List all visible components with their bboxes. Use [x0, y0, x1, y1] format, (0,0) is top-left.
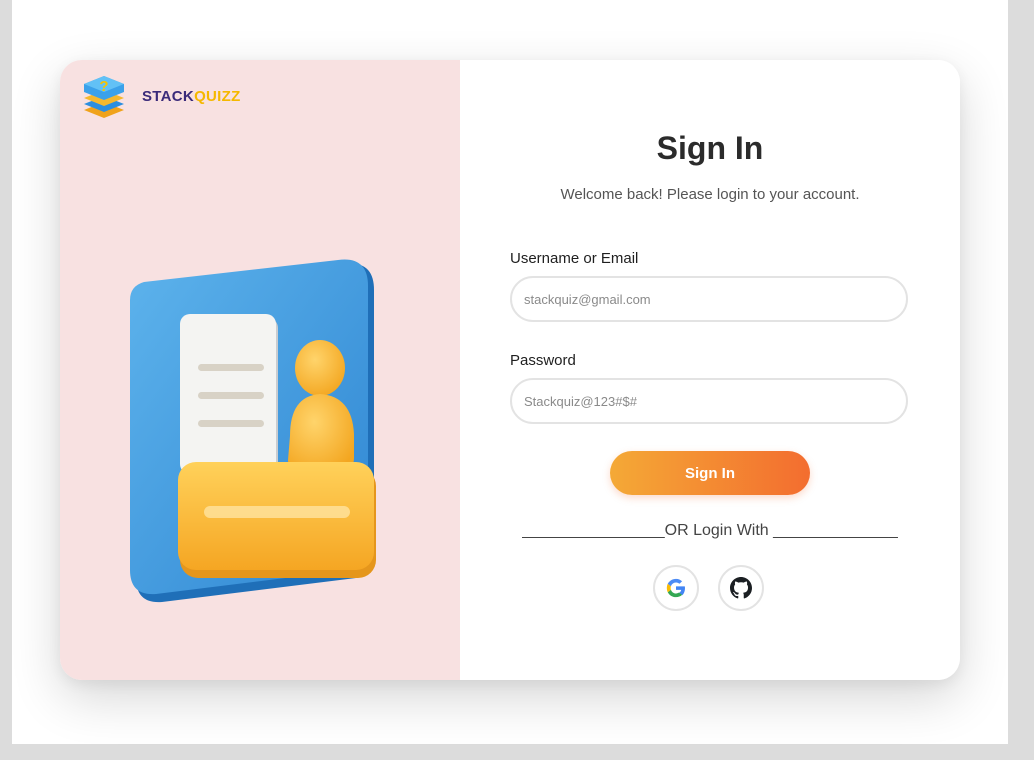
github-icon: [730, 577, 752, 599]
brand-name-part1: STACK: [142, 87, 195, 105]
username-input[interactable]: [510, 276, 908, 322]
page-title: Sign In: [656, 130, 764, 166]
page-subtitle: Welcome back! Please login to your accou…: [560, 186, 860, 203]
stacked-layers-question-icon: ?: [84, 76, 124, 118]
password-input[interactable]: [510, 378, 908, 424]
username-label: Username or Email: [510, 250, 639, 267]
github-login-button[interactable]: [718, 565, 764, 611]
brand[interactable]: ? STACKQUIZZ: [80, 72, 241, 120]
profile-card-illustration: [130, 259, 376, 603]
brand-name: STACKQUIZZ: [142, 88, 241, 105]
illustration-panel: ? STACKQUIZZ: [60, 60, 460, 680]
google-icon: [666, 578, 685, 598]
google-login-button[interactable]: [653, 565, 699, 611]
password-label: Password: [510, 352, 576, 369]
svg-text:?: ?: [99, 78, 108, 95]
or-login-with-divider: ________________OR Login With __________…: [522, 522, 898, 539]
login-card: ? STACKQUIZZ Sign In Welcome back! Pleas…: [60, 60, 960, 680]
brand-name-part2: QUIZZ: [194, 87, 241, 105]
sign-in-button[interactable]: Sign In: [610, 451, 810, 495]
browser-page: ? STACKQUIZZ Sign In Welcome back! Pleas…: [12, 0, 1008, 744]
sign-in-panel: Sign In Welcome back! Please login to yo…: [460, 60, 960, 680]
